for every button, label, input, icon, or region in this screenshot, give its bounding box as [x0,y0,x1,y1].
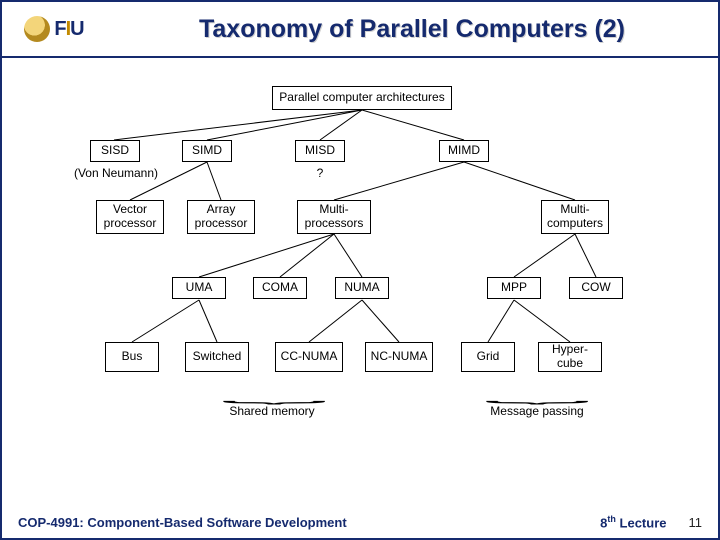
university-logo: FIU [2,2,106,56]
node-misd: MISD [295,140,345,162]
node-switched: Switched [185,342,249,372]
course-code: COP-4991: Component-Based Software Devel… [18,515,347,530]
node-grid: Grid [461,342,515,372]
node-cow: COW [569,277,623,299]
node-mimd: MIMD [439,140,489,162]
taxonomy-diagram: Parallel computer architectures SISD SIM… [72,82,652,472]
note-von-neumann: (Von Neumann) [68,166,164,180]
fiu-letter: F [54,18,65,40]
node-uma: UMA [172,277,226,299]
node-hypercube: Hyper- cube [538,342,602,372]
node-vector-processor: Vector processor [96,200,164,234]
slide-frame: FIU Taxonomy of Parallel Computers (2) [0,0,720,540]
slide-footer: COP-4991: Component-Based Software Devel… [2,514,718,530]
label-message-passing: Message passing [472,404,602,418]
node-mpp: MPP [487,277,541,299]
lecture-ordinal-suffix: th [607,514,616,524]
page-number: 11 [689,515,703,530]
node-multiprocessors: Multi- processors [297,200,371,234]
title-bar: FIU Taxonomy of Parallel Computers (2) [2,2,718,58]
lecture-word: Lecture [620,515,667,530]
node-simd: SIMD [182,140,232,162]
node-sisd: SISD [90,140,140,162]
node-array-processor: Array processor [187,200,255,234]
node-bus: Bus [105,342,159,372]
note-misd-question: ? [312,166,328,180]
node-nc-numa: NC-NUMA [365,342,433,372]
node-cc-numa: CC-NUMA [275,342,343,372]
brace-shared-icon: ⏟ [221,386,327,404]
node-multicomputers: Multi- computers [541,200,609,234]
node-coma: COMA [253,277,307,299]
fiu-wordmark: FIU [54,18,83,41]
crest-icon [24,16,50,42]
node-numa: NUMA [335,277,389,299]
fiu-letter: U [70,18,83,40]
node-root: Parallel computer architectures [272,86,452,110]
slide-title: Taxonomy of Parallel Computers (2) [106,15,718,44]
brace-message-icon: ⏟ [484,386,590,404]
lecture-number: 8th Lecture [600,514,666,530]
label-shared-memory: Shared memory [212,404,332,418]
